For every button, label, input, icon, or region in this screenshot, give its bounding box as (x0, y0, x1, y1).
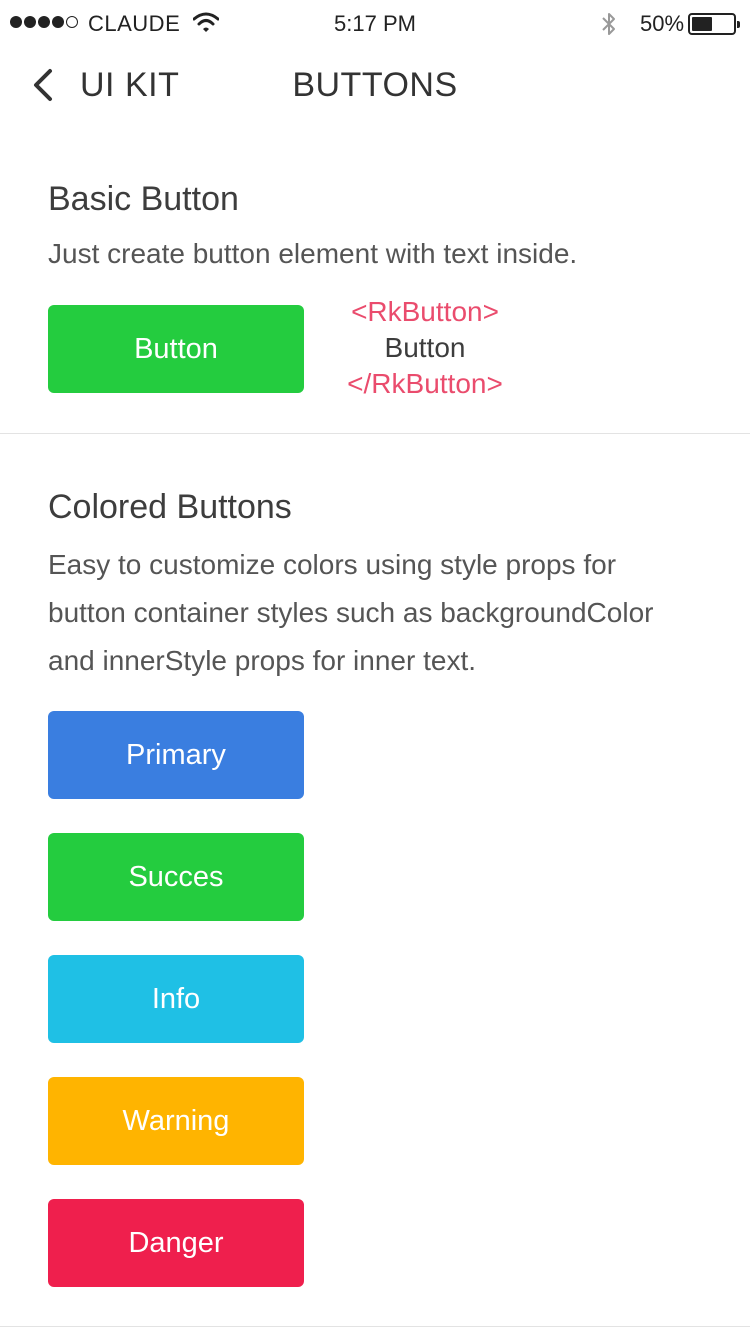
battery-percent: 50% (640, 11, 685, 36)
colored-buttons-heading: Colored Buttons (48, 488, 292, 526)
section-divider (0, 433, 750, 434)
battery-fill (692, 17, 712, 31)
colored-buttons-description: Easy to customize colors using style pro… (48, 541, 728, 685)
status-time: 5:17 PM (334, 11, 416, 36)
primary-button[interactable]: Primary (48, 711, 304, 799)
code-open-tag: <RkButton> (351, 296, 499, 327)
navigation-bar: UI KIT BUTTONS (0, 48, 750, 124)
screen: CLAUDE 5:17 PM 50% UI KIT BUTTONS Basic … (0, 0, 750, 1334)
success-button[interactable]: Succes (48, 833, 304, 921)
code-inner-text: Button (384, 332, 466, 363)
bluetooth-icon (602, 13, 615, 35)
basic-button-heading: Basic Button (48, 180, 239, 218)
basic-button-description: Just create button element with text ins… (48, 238, 578, 269)
description-line: and innerStyle props for inner text. (48, 645, 477, 676)
warning-button[interactable]: Warning (48, 1077, 304, 1165)
status-bar: CLAUDE 5:17 PM 50% (0, 0, 750, 48)
basic-button[interactable]: Button (48, 305, 304, 393)
description-line: button container styles such as backgrou… (48, 597, 654, 628)
danger-button[interactable]: Danger (48, 1199, 304, 1287)
code-close-tag: </RkButton> (347, 368, 503, 399)
code-sample: <RkButton> Button </RkButton> (320, 294, 530, 402)
section-divider (0, 1326, 750, 1327)
info-button[interactable]: Info (48, 955, 304, 1043)
page-title: BUTTONS (292, 66, 458, 104)
battery-icon (688, 13, 740, 35)
description-line: Easy to customize colors using style pro… (48, 549, 617, 580)
